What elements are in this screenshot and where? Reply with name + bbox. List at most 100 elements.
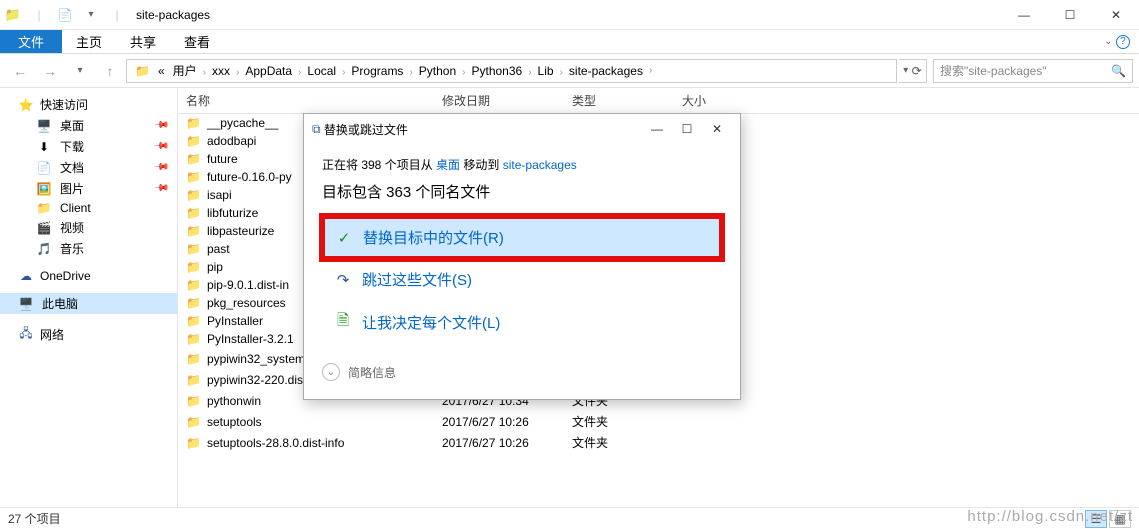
dialog-icon: ⧉ (312, 122, 321, 137)
file-name: pypiwin32_system32 (207, 352, 318, 366)
column-type[interactable]: 类型 (564, 88, 674, 113)
breadcrumb-item[interactable]: Local (303, 64, 340, 78)
table-row[interactable]: 📁setuptools-28.8.0.dist-info 2017/6/27 1… (178, 432, 1139, 453)
nav-item-label: 桌面 (60, 117, 84, 134)
dialog-titlebar: ⧉ 替换或跳过文件 — ☐ ✕ (304, 114, 740, 144)
ribbon-help-button[interactable]: ⌄ ? (1095, 30, 1139, 53)
chevron-right-icon[interactable]: › (201, 67, 208, 78)
dialog-minimize-button[interactable]: — (642, 122, 672, 136)
folder-icon: 📁 (186, 373, 201, 387)
sidebar-item[interactable]: 🖥️桌面📌 (0, 115, 177, 136)
dialog-more-details[interactable]: ⌄ 简略信息 (322, 363, 722, 381)
dialog-source-link[interactable]: 桌面 (436, 158, 460, 172)
minimize-button[interactable]: — (1001, 0, 1047, 30)
check-icon: ✓ (335, 229, 353, 247)
chevron-right-icon[interactable]: › (647, 65, 654, 76)
column-headers: 名称 修改日期 类型 大小 (178, 88, 1139, 114)
folder-icon (0, 0, 26, 30)
folder-icon: 📁 (186, 296, 201, 310)
skip-icon: ↷ (334, 271, 352, 289)
close-button[interactable]: ✕ (1093, 0, 1139, 30)
qat-dropdown-icon[interactable]: ▾ (78, 0, 104, 30)
search-input[interactable]: 搜索"site-packages" 🔍 (933, 59, 1133, 83)
status-item-count: 27 个项目 (8, 510, 61, 527)
dialog-question: 目标包含 363 个同名文件 (322, 181, 722, 202)
folder-icon: 📁 (131, 64, 154, 78)
breadcrumb-item[interactable]: xxx (208, 64, 234, 78)
recent-dropdown[interactable]: ▾ (66, 58, 94, 84)
chevron-down-icon: ⌄ (322, 363, 340, 381)
forward-button[interactable]: → (36, 58, 64, 84)
breadcrumb-item[interactable]: Programs (347, 64, 407, 78)
sidebar-item[interactable]: 🎬 视频 (0, 217, 177, 238)
option-decide[interactable]: 🗎 让我决定每个文件(L) (322, 300, 722, 345)
file-tab[interactable]: 文件 (0, 30, 62, 53)
up-button[interactable]: ↑ (96, 58, 124, 84)
maximize-button[interactable]: ☐ (1047, 0, 1093, 30)
back-button[interactable]: ← (6, 58, 34, 84)
nav-onedrive[interactable]: ☁ OneDrive (0, 267, 177, 285)
chevron-right-icon[interactable]: › (526, 67, 533, 78)
breadcrumb-item[interactable]: 用户 (169, 64, 201, 78)
breadcrumb-item[interactable]: Lib (534, 64, 558, 78)
option-skip[interactable]: ↷ 跳过这些文件(S) (322, 259, 722, 300)
pin-icon: 📌 (152, 180, 169, 197)
search-placeholder: 搜索"site-packages" (940, 62, 1047, 79)
nav-this-pc[interactable]: 🖥️ 此电脑 (0, 293, 177, 314)
dialog-info: 正在将 398 个项目从 桌面 移动到 site-packages (322, 156, 722, 173)
folder-icon: 📁 (186, 352, 201, 366)
option-replace[interactable]: ✓ 替换目标中的文件(R) (322, 216, 722, 259)
column-date[interactable]: 修改日期 (434, 88, 564, 113)
breadcrumb-overflow[interactable]: « (154, 64, 169, 78)
nav-item-icon: 🎬 (36, 221, 52, 235)
folder-icon: 📁 (186, 436, 201, 450)
file-name: pip-9.0.1.dist-in (207, 278, 289, 292)
nav-item-icon: 📄 (36, 161, 52, 175)
nav-quick-access[interactable]: ⭐ 快速访问 (0, 94, 177, 115)
view-icons-button[interactable]: ▦ (1109, 510, 1131, 528)
properties-icon[interactable]: 📄 (52, 0, 78, 30)
dialog-maximize-button[interactable]: ☐ (672, 122, 702, 136)
quick-access-toolbar: | 📄 ▾ | (0, 0, 130, 30)
table-row[interactable]: 📁setuptools 2017/6/27 10:26 文件夹 (178, 411, 1139, 432)
sidebar-item[interactable]: 📁Client (0, 199, 177, 217)
sidebar-item[interactable]: 🖼️图片📌 (0, 178, 177, 199)
dialog-dest-link[interactable]: site-packages (503, 158, 577, 172)
column-name[interactable]: 名称 (178, 88, 434, 113)
breadcrumb-item[interactable]: Python (415, 64, 460, 78)
breadcrumb[interactable]: 📁 « 用户›xxx›AppData›Local›Programs›Python… (126, 59, 897, 83)
file-name: future-0.16.0-py (207, 170, 292, 184)
chevron-right-icon[interactable]: › (558, 67, 565, 78)
search-icon[interactable]: 🔍 (1111, 64, 1126, 78)
replace-skip-dialog: ⧉ 替换或跳过文件 — ☐ ✕ 正在将 398 个项目从 桌面 移动到 site… (303, 113, 741, 400)
navigation-pane: ⭐ 快速访问 🖥️ 桌面 📌 ⬇下载📌📄文档📌🖼️图片📌📁Client 🎬 视频 🎵音乐 ☁… (0, 88, 178, 507)
nav-network[interactable]: 🖧 网络 (0, 322, 177, 347)
breadcrumb-item[interactable]: Python36 (467, 64, 526, 78)
sidebar-item[interactable]: 📄文档📌 (0, 157, 177, 178)
nav-item-icon: 🖥️ (36, 119, 52, 133)
dialog-close-button[interactable]: ✕ (702, 122, 732, 136)
file-date: 2017/6/27 10:26 (434, 435, 564, 451)
file-name: past (207, 242, 230, 256)
sidebar-item[interactable]: 🎵音乐 (0, 238, 177, 259)
breadcrumb-item[interactable]: AppData (241, 64, 296, 78)
file-date: 2017/6/27 10:26 (434, 414, 564, 430)
window-title: site-packages (136, 8, 210, 22)
titlebar: | 📄 ▾ | site-packages — ☐ ✕ (0, 0, 1139, 30)
ribbon-tab-share[interactable]: 共享 (116, 30, 170, 53)
file-name: libfuturize (207, 206, 258, 220)
chevron-right-icon[interactable]: › (407, 67, 414, 78)
folder-icon: 📁 (186, 260, 201, 274)
option-replace-label: 替换目标中的文件(R) (363, 227, 504, 248)
ribbon-tab-home[interactable]: 主页 (62, 30, 116, 53)
column-size[interactable]: 大小 (674, 88, 754, 113)
view-details-button[interactable]: ☰ (1085, 510, 1107, 528)
sidebar-item[interactable]: ⬇下载📌 (0, 136, 177, 157)
ribbon-tab-view[interactable]: 查看 (170, 30, 224, 53)
file-name: setuptools (207, 415, 262, 429)
folder-icon: 📁 (186, 242, 201, 256)
refresh-button[interactable]: ▾ ⟳ (899, 59, 927, 83)
nav-item-label: 视频 (60, 219, 84, 236)
file-name: PyInstaller (207, 314, 263, 328)
breadcrumb-item[interactable]: site-packages (565, 64, 647, 78)
